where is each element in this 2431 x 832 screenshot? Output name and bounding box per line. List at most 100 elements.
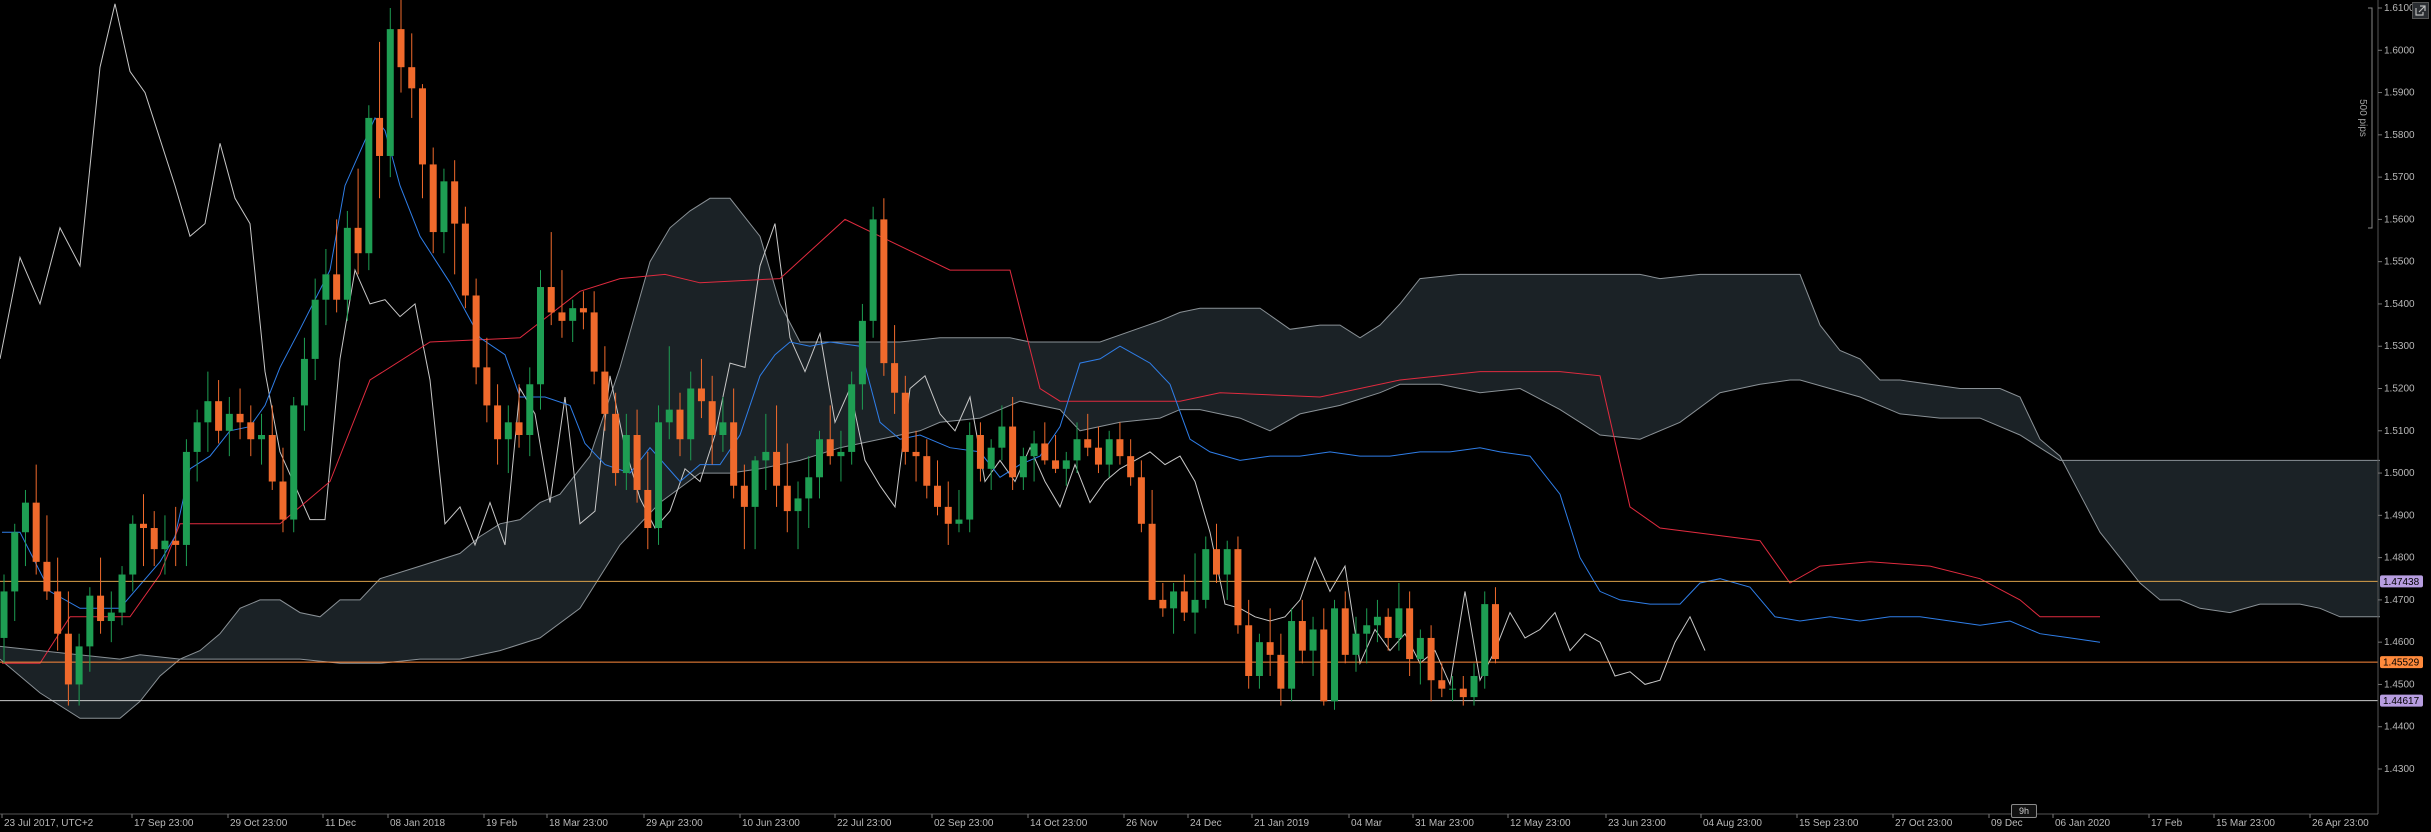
chart-background [0, 0, 2431, 832]
candle-body [397, 29, 405, 68]
time-tick-label: 08 Jan 2018 [390, 818, 445, 829]
candle-body [0, 591, 8, 638]
candle-body [322, 274, 330, 300]
popout-button[interactable] [2412, 2, 2429, 19]
candle-body [655, 422, 663, 529]
candle-body [569, 308, 577, 321]
candle-body [64, 633, 72, 685]
candle-body [1073, 439, 1081, 461]
candle-body [644, 489, 652, 529]
time-tick-label: 24 Dec [1190, 818, 1222, 829]
candle-body [1170, 591, 1178, 609]
time-tick-label: 17 Feb [2151, 818, 2183, 829]
candle-body [290, 405, 298, 520]
price-tick-label: 1.4900 [2384, 510, 2415, 521]
time-tick-label: 12 May 23:00 [1510, 818, 1571, 829]
candle-body [612, 413, 620, 474]
price-tick-label: 1.5200 [2384, 384, 2415, 395]
candle-body [1384, 616, 1392, 638]
candle-body [1052, 460, 1060, 469]
candle-body [558, 312, 566, 321]
candle-body [1159, 599, 1167, 609]
candle-body [1481, 604, 1489, 676]
candle-body [1416, 637, 1424, 660]
candle-body [1373, 616, 1381, 626]
price-tick-label: 1.4300 [2384, 764, 2415, 775]
candle-body [740, 485, 748, 507]
candle-body [1094, 447, 1102, 465]
popout-icon [2415, 5, 2426, 16]
candle-body [504, 422, 512, 440]
candle-body [279, 481, 287, 520]
candle-body [622, 435, 630, 474]
candle-body [11, 532, 19, 592]
candle-body [1470, 675, 1478, 698]
candle-body [966, 435, 974, 520]
candle-body [526, 384, 534, 436]
candle-body [150, 528, 158, 550]
candle-body [386, 29, 394, 156]
candle-body [547, 287, 555, 313]
timeframe-badge[interactable]: 9h [2011, 804, 2037, 818]
candle-body [794, 498, 802, 512]
candle-body [440, 181, 448, 233]
candle-body [687, 388, 695, 440]
price-tick-label: 1.5500 [2384, 257, 2415, 268]
candle-body [333, 274, 341, 300]
candle-body [408, 67, 416, 89]
candle-body [676, 409, 684, 440]
candle-body [1137, 477, 1145, 524]
time-tick-label: 22 Jul 23:00 [837, 818, 892, 829]
candle-body [783, 485, 791, 512]
candle-body [880, 219, 888, 364]
candle-body [869, 219, 877, 321]
candle-body [891, 363, 899, 393]
time-tick-label: 10 Jun 23:00 [742, 818, 800, 829]
candle-body [665, 409, 673, 423]
time-tick-label: 17 Sep 23:00 [134, 818, 194, 829]
candle-body [343, 227, 351, 300]
candle-body [1030, 443, 1038, 457]
candle-body [708, 401, 716, 436]
time-tick-label: 14 Oct 23:00 [1030, 818, 1088, 829]
candle-body [751, 460, 759, 507]
candle-body [300, 358, 308, 406]
price-tick-label: 1.4400 [2384, 722, 2415, 733]
candle-body [225, 413, 233, 431]
candle-body [773, 451, 781, 486]
candle-body [1288, 621, 1296, 689]
candle-body [258, 435, 266, 440]
price-tick-label: 1.5000 [2384, 468, 2415, 479]
candle-body [848, 384, 856, 452]
ichimoku-candlestick-chart[interactable]: 500 pips 1.6100 1.6000 1.5900 1.5800 1.5700 1… [0, 0, 2431, 832]
candle-body [955, 519, 963, 524]
price-tick-label: 1.5900 [2384, 88, 2415, 99]
candle-body [494, 405, 502, 440]
price-tick-label: 1.5600 [2384, 214, 2415, 225]
candle-body [1062, 460, 1070, 469]
candle-body [762, 451, 770, 461]
candle-body [1438, 680, 1446, 689]
candle-body [1352, 633, 1360, 655]
candle-body [1491, 604, 1499, 660]
candle-body [1191, 599, 1199, 613]
time-tick-label: 23 Jul 2017, UTC+2 [4, 818, 94, 829]
price-tick-label: 1.5300 [2384, 341, 2415, 352]
candle-body [1427, 637, 1435, 681]
price-badge-label: 1.45529 [2383, 658, 2420, 669]
candle-body [923, 456, 931, 486]
candle-body [1084, 439, 1092, 448]
candle-body [182, 451, 190, 545]
candle-body [815, 439, 823, 478]
time-tick-label: 29 Oct 23:00 [230, 818, 288, 829]
candle-body [1255, 642, 1263, 676]
price-tick-label: 1.5100 [2384, 426, 2415, 437]
candle-body [161, 540, 169, 550]
candle-body [837, 451, 845, 457]
time-tick-label: 02 Sep 23:00 [934, 818, 994, 829]
time-tick-label: 26 Apr 23:00 [2312, 818, 2369, 829]
candle-body [1127, 456, 1135, 478]
price-tick-label: 1.5400 [2384, 299, 2415, 310]
candle-body [429, 164, 437, 233]
candle-body [172, 540, 180, 545]
